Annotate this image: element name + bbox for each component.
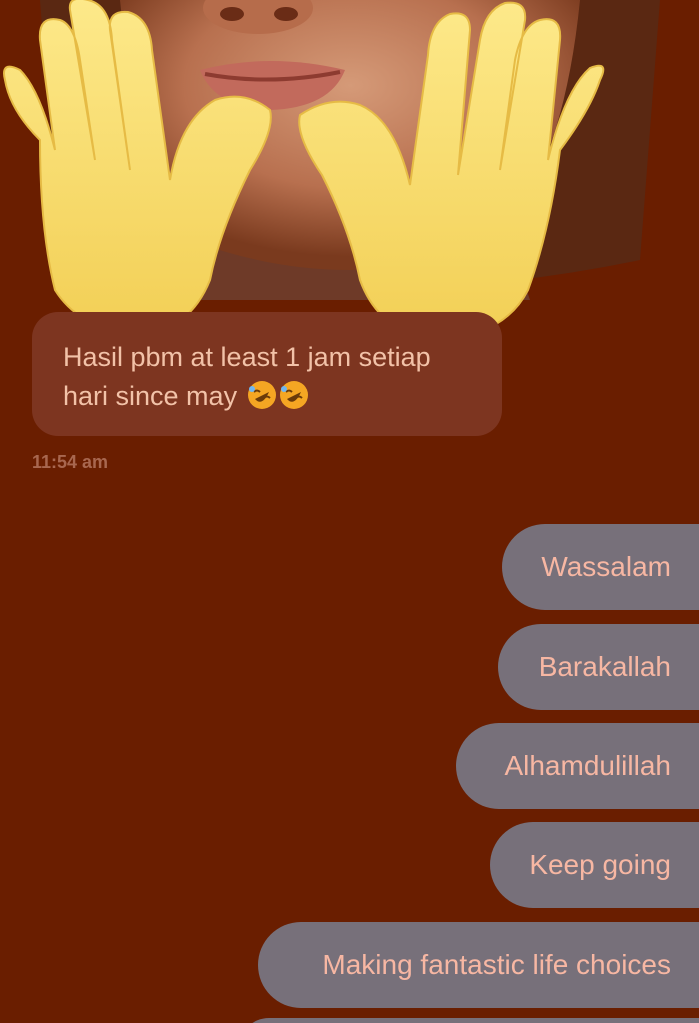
outgoing-message-bubble-partial[interactable]: [239, 1018, 699, 1023]
outgoing-message-bubble[interactable]: Making fantastic life choices: [258, 922, 699, 1008]
incoming-message-bubble[interactable]: Hasil pbm at least 1 jam setiap hari sin…: [32, 312, 502, 436]
outgoing-message-bubble[interactable]: Barakallah: [498, 624, 699, 710]
outgoing-message-text: Making fantastic life choices: [322, 949, 671, 980]
outgoing-message-bubble[interactable]: Wassalam: [502, 524, 699, 610]
message-timestamp: 11:54 am: [32, 452, 109, 472]
chat-screen: Hasil pbm at least 1 jam setiap hari sin…: [0, 0, 699, 1023]
outgoing-message-text: Alhamdulillah: [504, 750, 671, 781]
photo-image: [0, 0, 699, 345]
outgoing-message-text: Wassalam: [541, 551, 671, 582]
rolling-on-floor-laughing-icon: [247, 381, 276, 409]
rolling-on-floor-laughing-icon: [279, 381, 308, 409]
outgoing-message-text: Barakallah: [538, 651, 671, 682]
shared-photo[interactable]: [0, 0, 699, 345]
outgoing-message-text: Keep going: [529, 849, 671, 880]
outgoing-message-bubble[interactable]: Alhamdulillah: [456, 723, 699, 809]
outgoing-message-bubble[interactable]: Keep going: [490, 822, 699, 908]
